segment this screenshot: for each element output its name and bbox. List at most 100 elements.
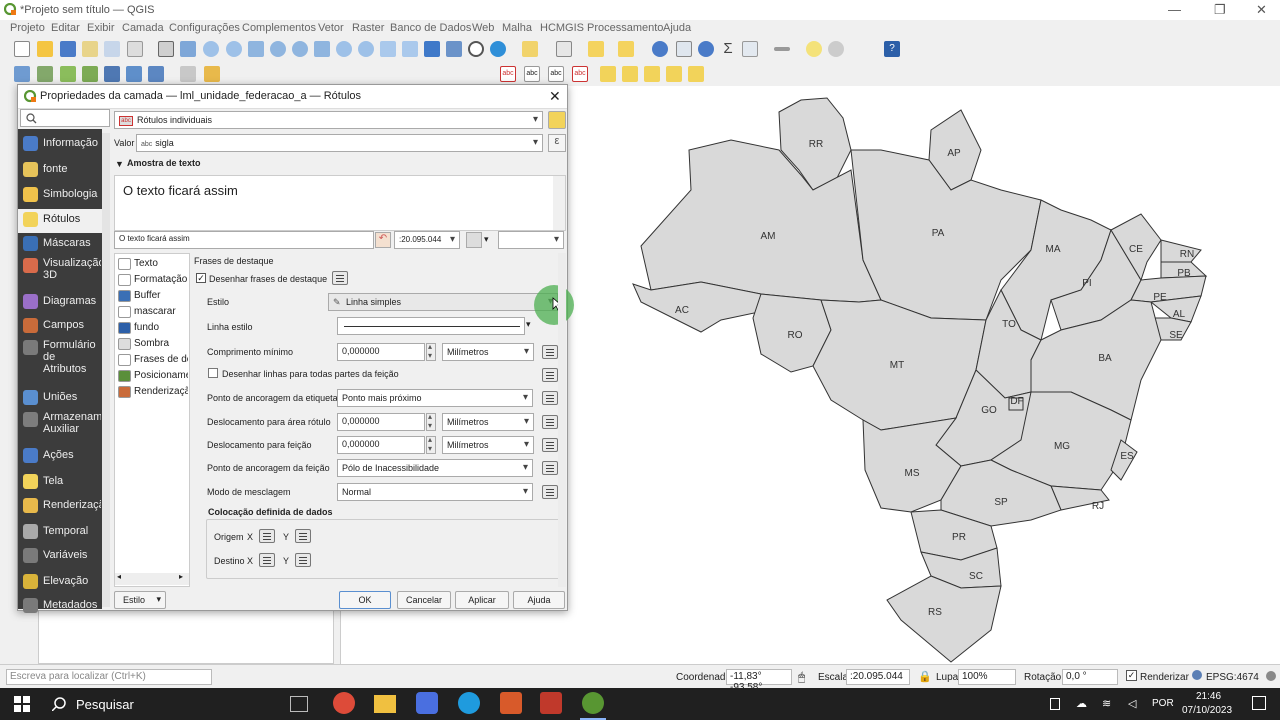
callout-move-icon[interactable] xyxy=(666,66,682,82)
min-length-stepper[interactable] xyxy=(426,342,436,361)
scroll-right-icon[interactable]: ▸ xyxy=(179,572,183,581)
menu-configuracoes[interactable]: Configurações xyxy=(169,22,240,34)
label-properties-icon[interactable] xyxy=(622,66,638,82)
nav-item-campos[interactable]: Campos xyxy=(18,315,102,337)
nav-item-simbologia[interactable]: Simbologia xyxy=(18,184,102,208)
sample-text-input[interactable]: O texto ficará assim xyxy=(114,231,374,249)
blend-mode-dd-icon[interactable] xyxy=(542,485,558,499)
label-tool-icon[interactable]: abc xyxy=(500,66,516,82)
subtab-formatacao[interactable]: Formatação xyxy=(116,273,188,289)
preview-scrollbar[interactable] xyxy=(553,176,565,230)
background-color-icon[interactable] xyxy=(466,232,482,248)
zoom-in-icon[interactable] xyxy=(203,41,219,57)
nav-scrollbar[interactable] xyxy=(102,133,110,607)
offset-label-dd-icon[interactable] xyxy=(542,415,558,429)
open-field-calculator-icon[interactable] xyxy=(742,41,758,57)
identify-features-icon[interactable] xyxy=(652,41,668,57)
nav-item-formulario-atributos[interactable]: Formulário de Atributos xyxy=(18,337,102,385)
label-mode-combo[interactable]: abc Rótulos individuais xyxy=(114,111,543,129)
min-length-input[interactable]: 0,000000 xyxy=(337,343,425,361)
collapse-arrow-icon[interactable]: ▼ xyxy=(115,159,124,169)
nav-item-tela[interactable]: Tela xyxy=(18,471,102,495)
edge-icon[interactable] xyxy=(458,692,480,714)
menu-banco-de-dados[interactable]: Banco de Dados xyxy=(390,22,471,34)
add-wms-layer-icon[interactable] xyxy=(126,66,142,82)
subtab-frases-de-destaque[interactable]: Frases de destaque xyxy=(116,353,188,369)
menu-raster[interactable]: Raster xyxy=(352,22,384,34)
anchor-label-dd-icon[interactable] xyxy=(542,391,558,405)
destination-y-dd-icon[interactable] xyxy=(295,553,311,567)
cancel-button[interactable]: Cancelar xyxy=(397,591,451,609)
scale-combo[interactable]: :20.095.044 xyxy=(394,231,460,249)
all-parts-dd-icon[interactable] xyxy=(542,368,558,382)
menu-ajuda[interactable]: Ajuda xyxy=(663,22,691,34)
statistics-sum-icon[interactable]: Σ xyxy=(720,41,736,57)
access-icon[interactable] xyxy=(540,692,562,714)
offset-feature-input[interactable]: 0,000000 xyxy=(337,436,425,454)
help-button[interactable]: Ajuda xyxy=(513,591,565,609)
reset-sample-icon[interactable]: ↶ xyxy=(375,232,391,248)
save-project-icon[interactable] xyxy=(60,41,76,57)
subtab-posicionamento[interactable]: Posicionamento xyxy=(116,369,188,385)
subtab-renderizacao[interactable]: Renderização xyxy=(116,385,188,401)
nav-item-renderizacao[interactable]: Renderização xyxy=(18,495,102,519)
chevron-down-icon[interactable]: ▾ xyxy=(526,319,531,330)
coordinate-field[interactable]: -11,83° -93,58° xyxy=(726,669,792,693)
subtab-buffer[interactable]: Buffer xyxy=(116,289,188,305)
volume-icon[interactable]: ◁ xyxy=(1128,697,1136,710)
draw-callouts-label[interactable]: Desenhar frases de destaque xyxy=(209,274,327,284)
menu-web[interactable]: Web xyxy=(472,22,494,34)
subtab-sombra[interactable]: Sombra xyxy=(116,337,188,353)
anchor-label-combo[interactable]: Ponto mais próximo xyxy=(337,389,533,407)
offset-feature-unit[interactable]: Milímetros xyxy=(442,436,534,454)
zoom-to-layer-icon[interactable] xyxy=(292,41,308,57)
new-project-icon[interactable] xyxy=(14,41,30,57)
style-manager-icon[interactable] xyxy=(127,41,143,57)
crs-label[interactable]: EPSG:4674 xyxy=(1206,672,1259,683)
anchor-feature-dd-icon[interactable] xyxy=(542,461,558,475)
diagram-tool-icon[interactable] xyxy=(644,66,660,82)
apply-button[interactable]: Aplicar xyxy=(455,591,509,609)
nav-item-visualizacao-3d[interactable]: Visualização 3D xyxy=(18,255,102,289)
nav-item-unioes[interactable]: Uniões xyxy=(18,387,102,409)
scroll-left-icon[interactable]: ◂ xyxy=(117,572,121,581)
offset-feature-dd-icon[interactable] xyxy=(542,438,558,452)
open-project-icon[interactable] xyxy=(37,41,53,57)
menu-malha[interactable]: Malha xyxy=(502,22,532,34)
nav-item-rotulos[interactable]: Rótulos xyxy=(18,209,102,233)
origin-y-dd-icon[interactable] xyxy=(295,529,311,543)
subtab-hscrollbar[interactable]: ◂ ▸ xyxy=(115,572,189,585)
zoom-native-icon[interactable] xyxy=(314,41,330,57)
subtab-fundo[interactable]: fundo xyxy=(116,321,188,337)
callouts-scrollbar[interactable] xyxy=(558,253,566,587)
office-icon[interactable] xyxy=(500,692,522,714)
map-tips-icon[interactable] xyxy=(806,41,822,57)
destination-x-dd-icon[interactable] xyxy=(259,553,275,567)
offset-label-input[interactable]: 0,000000 xyxy=(337,413,425,431)
zoom-to-selection-icon[interactable] xyxy=(270,41,286,57)
menu-processamento[interactable]: Processamento xyxy=(587,22,663,34)
nav-item-elevacao[interactable]: Elevação xyxy=(18,571,102,595)
pan-to-selection-icon[interactable] xyxy=(180,41,196,57)
refresh-icon[interactable] xyxy=(490,41,506,57)
line-style-button[interactable] xyxy=(337,317,525,335)
menu-camada[interactable]: Camada xyxy=(122,22,164,34)
all-parts-label[interactable]: Desenhar linhas para todas partes da fei… xyxy=(222,369,399,379)
scale-field[interactable]: :20.095.044 xyxy=(846,669,910,685)
search-icon[interactable] xyxy=(52,697,66,711)
nav-item-temporal[interactable]: Temporal xyxy=(18,521,102,545)
show-bookmarks-icon[interactable] xyxy=(446,41,462,57)
min-length-unit[interactable]: Milímetros xyxy=(442,343,534,361)
render-checkbox[interactable]: ✓ xyxy=(1126,670,1137,681)
draw-callouts-checkbox[interactable]: ✓ xyxy=(196,273,206,283)
digitize-icon[interactable] xyxy=(82,66,98,82)
windows-start-icon[interactable] xyxy=(14,696,30,712)
callout-properties-icon[interactable] xyxy=(688,66,704,82)
network-drive-icon[interactable] xyxy=(1050,698,1060,710)
anchor-feature-combo[interactable]: Pólo de Inacessibilidade xyxy=(337,459,533,477)
current-edits-icon[interactable] xyxy=(180,66,196,82)
help-icon[interactable]: ? xyxy=(884,41,900,57)
menu-exibir[interactable]: Exibir xyxy=(87,22,115,34)
add-delimited-text-icon[interactable] xyxy=(60,66,76,82)
deselect-layer-icon[interactable] xyxy=(618,41,634,57)
